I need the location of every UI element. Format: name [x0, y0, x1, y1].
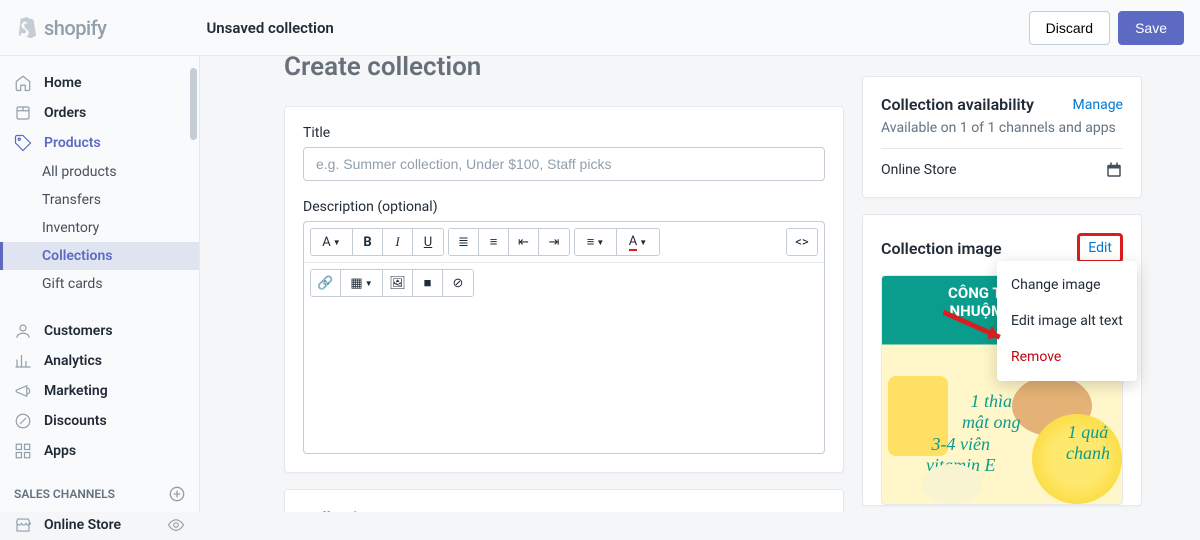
nav-marketing-label: Marketing [44, 383, 108, 399]
nav-transfers[interactable]: Transfers [0, 186, 199, 214]
nav-analytics-label: Analytics [44, 353, 102, 369]
tag-icon [14, 134, 32, 152]
megaphone-icon [14, 382, 32, 400]
calendar-icon[interactable] [1105, 161, 1123, 179]
rte-align-dropdown[interactable]: ≡▼ [575, 229, 617, 255]
collection-image-heading: Collection image [881, 239, 1002, 258]
collection-type-heading: Collection type [303, 508, 825, 512]
nav-apps-label: Apps [44, 443, 76, 459]
discard-button[interactable]: Discard [1029, 11, 1110, 45]
manage-link[interactable]: Manage [1073, 97, 1123, 113]
description-editor: A▼ B I U ≣ ≡ ⇤ ⇥ ≡▼ A▼ [303, 221, 825, 454]
title-label: Title [303, 125, 825, 141]
nav-discounts[interactable]: Discounts [0, 406, 199, 436]
rte-indent[interactable]: ⇥ [539, 229, 569, 255]
apps-icon [14, 442, 32, 460]
sidebar: Home Orders Products All products Transf… [0, 56, 200, 512]
rte-table[interactable]: ▦▼ [341, 270, 383, 296]
nav-gift-cards[interactable]: Gift cards [0, 270, 199, 298]
rte-bold[interactable]: B [353, 229, 383, 255]
online-store-label: Online Store [881, 162, 957, 178]
edit-image-button[interactable]: Edit [1077, 233, 1123, 263]
rte-font-dropdown[interactable]: A▼ [311, 229, 353, 255]
nav-customers-label: Customers [44, 323, 113, 339]
page-status: Unsaved collection [206, 19, 333, 37]
nav-marketing[interactable]: Marketing [0, 376, 199, 406]
nav-inventory[interactable]: Inventory [0, 214, 199, 242]
nav-orders-label: Orders [44, 105, 86, 121]
rte-italic[interactable]: I [383, 229, 413, 255]
availability-heading: Collection availability [881, 95, 1034, 114]
nav-analytics[interactable]: Analytics [0, 346, 199, 376]
rte-clear[interactable]: ⊘ [443, 270, 473, 296]
availability-card: Collection availability Manage Available… [862, 76, 1142, 198]
nav-apps[interactable]: Apps [0, 436, 199, 466]
page-title: Create collection [284, 56, 844, 82]
nav-collections[interactable]: Collections [0, 242, 199, 270]
description-textarea[interactable] [304, 303, 824, 453]
rte-underline[interactable]: U [413, 229, 443, 255]
add-channel-icon[interactable] [169, 486, 185, 502]
rte-bullet-list[interactable]: ≣ [449, 229, 479, 255]
title-input[interactable] [303, 147, 825, 181]
save-button[interactable]: Save [1118, 11, 1184, 45]
remove-image-item[interactable]: Remove [997, 339, 1137, 375]
collection-type-card: Collection type Manual Add products to t… [284, 489, 844, 512]
channel-online-store[interactable]: Online Store [0, 510, 199, 540]
nav-products[interactable]: Products [0, 128, 199, 158]
rte-link[interactable]: 🔗 [311, 270, 341, 296]
description-label: Description (optional) [303, 199, 825, 215]
discount-icon [14, 412, 32, 430]
nav-home-label: Home [44, 75, 82, 91]
rte-video[interactable]: ■ [413, 270, 443, 296]
nav-products-label: Products [44, 135, 101, 151]
sales-channels-heading: SALES CHANNELS [0, 466, 199, 510]
rte-outdent[interactable]: ⇤ [509, 229, 539, 255]
availability-subtext: Available on 1 of 1 channels and apps [881, 120, 1123, 136]
rte-code-view[interactable]: <> [787, 229, 817, 255]
nav-discounts-label: Discounts [44, 413, 107, 429]
title-desc-card: Title Description (optional) A▼ B I U ≣ [284, 106, 844, 473]
analytics-icon [14, 352, 32, 370]
home-icon [14, 74, 32, 92]
orders-icon [14, 104, 32, 122]
nav-home[interactable]: Home [0, 68, 199, 98]
shopify-logo: shopify [16, 16, 106, 40]
rte-image[interactable]: 🖼 [383, 270, 413, 296]
image-edit-dropdown: Change image Edit image alt text Remove [997, 261, 1137, 381]
rte-number-list[interactable]: ≡ [479, 229, 509, 255]
edit-alt-text-item[interactable]: Edit image alt text [997, 303, 1137, 339]
nav-orders[interactable]: Orders [0, 98, 199, 128]
nav-customers[interactable]: Customers [0, 316, 199, 346]
nav-all-products[interactable]: All products [0, 158, 199, 186]
change-image-item[interactable]: Change image [997, 267, 1137, 303]
rte-color-dropdown[interactable]: A▼ [617, 229, 659, 255]
eye-icon[interactable] [167, 516, 185, 534]
scrollbar-thumb[interactable] [190, 68, 197, 140]
channel-label: Online Store [44, 517, 121, 533]
collection-image-card: Collection image Edit Change image Edit … [862, 214, 1142, 506]
person-icon [14, 322, 32, 340]
store-icon [14, 516, 32, 534]
